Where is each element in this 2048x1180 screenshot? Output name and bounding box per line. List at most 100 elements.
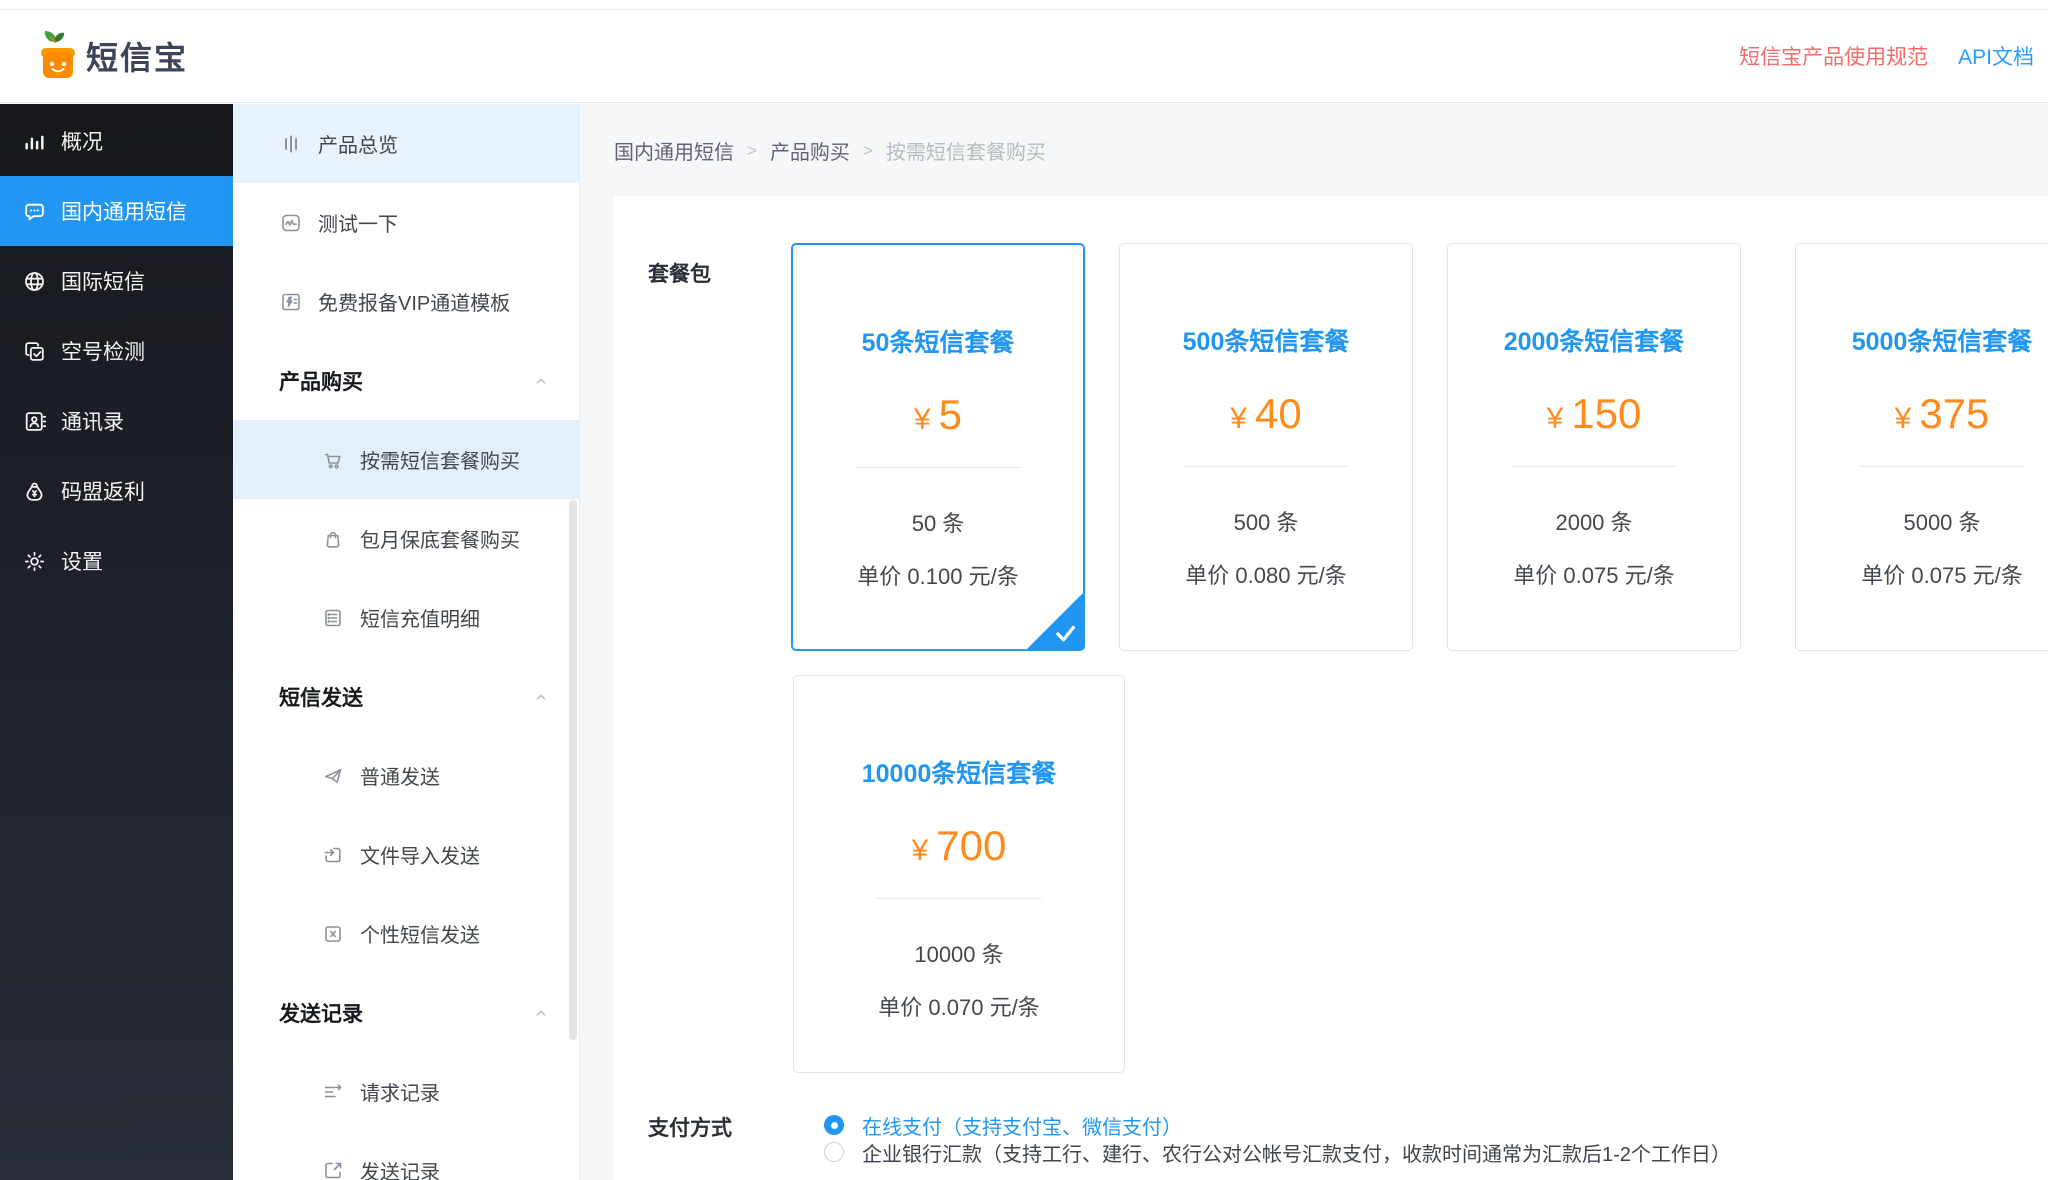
package-price: ¥5 bbox=[793, 391, 1083, 439]
radio-unselected-icon[interactable] bbox=[824, 1142, 844, 1162]
sidebar-item-contacts[interactable]: 通讯录 bbox=[0, 386, 233, 456]
api-doc-link[interactable]: API文档 bbox=[1958, 41, 2034, 71]
package-unit-price: 单价 0.100 元/条 bbox=[793, 559, 1083, 591]
package-unit-price: 单价 0.080 元/条 bbox=[1120, 558, 1412, 590]
package-card-10000[interactable]: 10000条短信套餐 ¥700 10000 条 单价 0.070 元/条 bbox=[793, 675, 1125, 1073]
package-card-2000[interactable]: 2000条短信套餐 ¥150 2000 条 单价 0.075 元/条 bbox=[1447, 243, 1741, 651]
package-card-500[interactable]: 500条短信套餐 ¥40 500 条 单价 0.080 元/条 bbox=[1119, 243, 1413, 651]
payment-section: 支付方式 在线支付（支持支付宝、微信支付） 企业银行汇款（支持工行、建行、农行公… bbox=[648, 1112, 1731, 1165]
card-divider bbox=[855, 467, 1021, 468]
package-card-50[interactable]: 50条短信套餐 ¥5 50 条 单价 0.100 元/条 bbox=[791, 243, 1085, 651]
package-count: 10000 条 bbox=[794, 937, 1124, 969]
breadcrumb: 国内通用短信 > 产品购买 > 按需短信套餐购买 bbox=[580, 104, 2048, 196]
submenu-section-sms-send[interactable]: 短信发送 bbox=[233, 657, 579, 736]
globe-icon bbox=[22, 269, 47, 294]
package-section-label: 套餐包 bbox=[648, 258, 711, 288]
sidebar-item-overview[interactable]: 概况 bbox=[0, 106, 233, 176]
submenu-item-vip-template[interactable]: 免费报备VIP通道模板 bbox=[233, 262, 579, 341]
submenu-item-buy-package[interactable]: 按需短信套餐购买 bbox=[233, 420, 579, 499]
content-panel: 套餐包 50条短信套餐 ¥5 50 条 单价 0.100 元/条 500条短信套 bbox=[614, 196, 2048, 1180]
submenu-item-send-records[interactable]: 发送记录 bbox=[233, 1131, 579, 1180]
logo-orange-box-icon bbox=[38, 28, 78, 85]
header-links: 短信宝产品使用规范 API文档 bbox=[1739, 41, 2034, 71]
package-price: ¥375 bbox=[1796, 390, 2048, 438]
bag-icon bbox=[321, 527, 345, 551]
package-title: 50条短信套餐 bbox=[793, 323, 1083, 359]
submenu-item-normal-send[interactable]: 普通发送 bbox=[233, 736, 579, 815]
chevron-up-icon bbox=[529, 369, 553, 393]
gear-icon bbox=[22, 549, 47, 574]
primary-sidebar: 概况 国内通用短信 国际短信 空号检测 通讯录 码盟返利 设置 bbox=[0, 104, 233, 1180]
chevron-up-icon bbox=[529, 1001, 553, 1025]
breadcrumb-item[interactable]: 国内通用短信 bbox=[614, 136, 734, 165]
submenu-item-file-import-send[interactable]: 文件导入发送 bbox=[233, 815, 579, 894]
breadcrumb-separator: > bbox=[747, 141, 757, 161]
package-count: 2000 条 bbox=[1448, 505, 1740, 537]
payment-options: 在线支付（支持支付宝、微信支付） 企业银行汇款（支持工行、建行、农行公对公帐号汇… bbox=[824, 1112, 1731, 1165]
list-doc-icon bbox=[321, 606, 345, 630]
submenu-scrollbar-thumb[interactable] bbox=[569, 500, 577, 1040]
cart-icon bbox=[321, 448, 345, 472]
template-lightning-icon bbox=[279, 290, 303, 314]
chevron-up-icon bbox=[529, 685, 553, 709]
app-header: 短信宝 短信宝产品使用规范 API文档 bbox=[0, 10, 2048, 103]
sidebar-item-settings[interactable]: 设置 bbox=[0, 526, 233, 596]
submenu-item-request-records[interactable]: 请求记录 bbox=[233, 1052, 579, 1131]
breadcrumb-item-current: 按需短信套餐购买 bbox=[886, 136, 1046, 165]
payment-label: 支付方式 bbox=[648, 1112, 732, 1142]
breadcrumb-item[interactable]: 产品购买 bbox=[770, 136, 850, 165]
sidebar-item-empty-number-check[interactable]: 空号检测 bbox=[0, 316, 233, 386]
package-price: ¥150 bbox=[1448, 390, 1740, 438]
package-title: 500条短信套餐 bbox=[1120, 322, 1412, 358]
package-price: ¥700 bbox=[794, 822, 1124, 870]
card-divider bbox=[1859, 466, 2025, 467]
breadcrumb-separator: > bbox=[863, 141, 873, 161]
package-unit-price: 单价 0.075 元/条 bbox=[1796, 558, 2048, 590]
paper-plane-icon bbox=[321, 764, 345, 788]
submenu-section-product-purchase[interactable]: 产品购买 bbox=[233, 341, 579, 420]
card-divider bbox=[876, 898, 1042, 899]
submenu-item-monthly-package[interactable]: 包月保底套餐购买 bbox=[233, 499, 579, 578]
package-title: 5000条短信套餐 bbox=[1796, 322, 2048, 358]
package-cards-row: 50条短信套餐 ¥5 50 条 单价 0.100 元/条 500条短信套餐 ¥4… bbox=[791, 243, 2048, 651]
submenu-section-send-records[interactable]: 发送记录 bbox=[233, 973, 579, 1052]
submenu-item-personalized-send[interactable]: 个性短信发送 bbox=[233, 894, 579, 973]
contacts-icon bbox=[22, 409, 47, 434]
app-page: 短信宝 短信宝产品使用规范 API文档 概况 国内通用短信 国际短信 空号检测 … bbox=[0, 0, 2048, 1180]
sidebar-item-domestic-sms[interactable]: 国内通用短信 bbox=[0, 176, 233, 246]
bar-chart-icon bbox=[22, 129, 47, 154]
chat-icon bbox=[22, 199, 47, 224]
main-area: 国内通用短信 > 产品购买 > 按需短信套餐购买 套餐包 50条短信套餐 ¥5 … bbox=[580, 104, 2048, 1180]
package-unit-price: 单价 0.075 元/条 bbox=[1448, 558, 1740, 590]
x-square-icon bbox=[321, 922, 345, 946]
columns-icon bbox=[279, 132, 303, 156]
request-list-icon bbox=[321, 1080, 345, 1104]
sidebar-item-rebate[interactable]: 码盟返利 bbox=[0, 456, 233, 526]
package-title: 10000条短信套餐 bbox=[794, 754, 1124, 790]
secondary-sidebar: 产品总览 测试一下 免费报备VIP通道模板 产品购买 按需短信套餐购买 包月保底… bbox=[233, 104, 580, 1180]
package-unit-price: 单价 0.070 元/条 bbox=[794, 990, 1124, 1022]
card-divider bbox=[1511, 466, 1677, 467]
product-guideline-link[interactable]: 短信宝产品使用规范 bbox=[1739, 41, 1928, 71]
package-price: ¥40 bbox=[1120, 390, 1412, 438]
send-record-icon bbox=[321, 1159, 345, 1180]
package-title: 2000条短信套餐 bbox=[1448, 322, 1740, 358]
payment-option-online[interactable]: 在线支付（支持支付宝、微信支付） bbox=[824, 1112, 1731, 1138]
logo-text: 短信宝 bbox=[86, 33, 188, 79]
pulse-monitor-icon bbox=[279, 211, 303, 235]
package-card-5000[interactable]: 5000条短信套餐 ¥375 5000 条 单价 0.075 元/条 bbox=[1795, 243, 2048, 651]
check-squares-icon bbox=[22, 339, 47, 364]
submenu-item-test[interactable]: 测试一下 bbox=[233, 183, 579, 262]
package-count: 5000 条 bbox=[1796, 505, 2048, 537]
card-divider bbox=[1183, 466, 1349, 467]
brand[interactable]: 短信宝 bbox=[38, 28, 188, 85]
payment-option-bank-transfer[interactable]: 企业银行汇款（支持工行、建行、农行公对公帐号汇款支付，收款时间通常为汇款后1-2… bbox=[824, 1139, 1731, 1165]
sidebar-item-international-sms[interactable]: 国际短信 bbox=[0, 246, 233, 316]
package-count: 50 条 bbox=[793, 506, 1083, 538]
submenu-item-recharge-detail[interactable]: 短信充值明细 bbox=[233, 578, 579, 657]
submenu-item-product-overview[interactable]: 产品总览 bbox=[233, 104, 579, 183]
money-bag-icon bbox=[22, 479, 47, 504]
radio-selected-icon[interactable] bbox=[824, 1115, 844, 1135]
package-count: 500 条 bbox=[1120, 505, 1412, 537]
import-icon bbox=[321, 843, 345, 867]
